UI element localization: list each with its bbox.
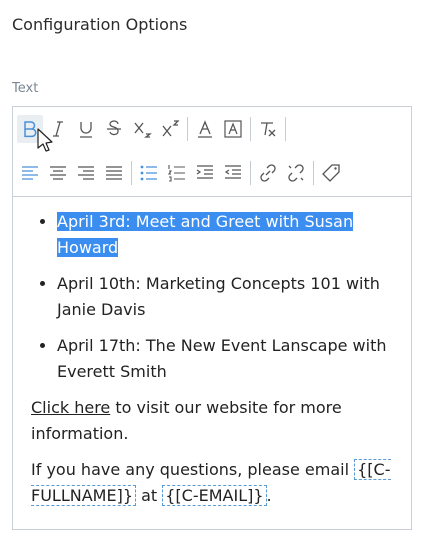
underline-button[interactable]: [73, 115, 99, 143]
click-here-link[interactable]: Click here: [31, 398, 110, 417]
numbered-list-icon: [167, 165, 185, 182]
panel-title: Configuration Options: [12, 15, 188, 34]
increase-indent-button[interactable]: [192, 159, 218, 187]
align-right-button[interactable]: [73, 159, 99, 187]
align-right-icon: [78, 166, 94, 180]
link-icon: [260, 164, 276, 182]
event-list: April 3rd: Meet and Greet with Susan How…: [31, 209, 393, 385]
tag-icon: [322, 164, 340, 182]
contact-paragraph: If you have any questions, please email …: [31, 457, 393, 509]
justify-button[interactable]: [101, 159, 127, 187]
toolbar-separator: [313, 161, 314, 185]
link-button[interactable]: [255, 159, 281, 187]
tag-button[interactable]: [318, 159, 344, 187]
superscript-button[interactable]: [157, 115, 183, 143]
strikethrough-button[interactable]: [101, 115, 127, 143]
decrease-indent-button[interactable]: [220, 159, 246, 187]
website-paragraph: Click here to visit our website for more…: [31, 395, 393, 447]
align-left-button[interactable]: [17, 159, 43, 187]
underline-icon: [80, 122, 92, 138]
numbered-list-button[interactable]: [164, 159, 190, 187]
bulleted-list-icon: [140, 165, 157, 181]
toolbar-separator: [187, 117, 188, 141]
subscript-button[interactable]: [129, 115, 155, 143]
text-field-label: Text: [12, 81, 39, 96]
contact-mid-text: at: [136, 486, 163, 505]
align-left-icon: [22, 166, 38, 180]
font-color-icon: [198, 120, 212, 138]
list-item: April 10th: Marketing Concepts 101 with …: [57, 271, 393, 323]
toolbar-separator: [131, 161, 132, 185]
justify-icon: [106, 166, 122, 180]
decrease-indent-icon: [224, 165, 241, 179]
strikethrough-icon: [107, 120, 121, 136]
bulleted-list-button[interactable]: [136, 159, 162, 187]
editor-toolbar: [13, 107, 411, 197]
font-color-button[interactable]: [192, 115, 218, 143]
list-item: April 17th: The New Event Lanscape with …: [57, 333, 393, 385]
editor-content[interactable]: April 3rd: Meet and Greet with Susan How…: [13, 197, 411, 509]
clear-formatting-icon: [261, 122, 276, 137]
background-color-icon: [224, 120, 242, 138]
merge-field-email[interactable]: {[C-EMAIL]}: [162, 485, 267, 506]
list-item: April 3rd: Meet and Greet with Susan How…: [57, 209, 393, 261]
rich-text-editor[interactable]: April 3rd: Meet and Greet with Susan How…: [12, 106, 412, 530]
toolbar-separator: [250, 117, 251, 141]
contact-text: If you have any questions, please email: [31, 460, 355, 479]
subscript-icon: [134, 122, 152, 138]
toolbar-separator: [285, 117, 286, 141]
align-center-button[interactable]: [45, 159, 71, 187]
mouse-pointer-icon: [37, 128, 53, 152]
increase-indent-icon: [196, 165, 213, 179]
unlink-icon: [288, 164, 304, 182]
background-color-button[interactable]: [220, 115, 246, 143]
contact-end-text: .: [266, 486, 272, 505]
clear-formatting-button[interactable]: [255, 115, 281, 143]
selected-text: April 3rd: Meet and Greet with Susan How…: [57, 212, 354, 257]
toolbar-separator: [250, 161, 251, 185]
unlink-button[interactable]: [283, 159, 309, 187]
align-center-icon: [50, 166, 66, 180]
superscript-icon: [162, 120, 180, 137]
